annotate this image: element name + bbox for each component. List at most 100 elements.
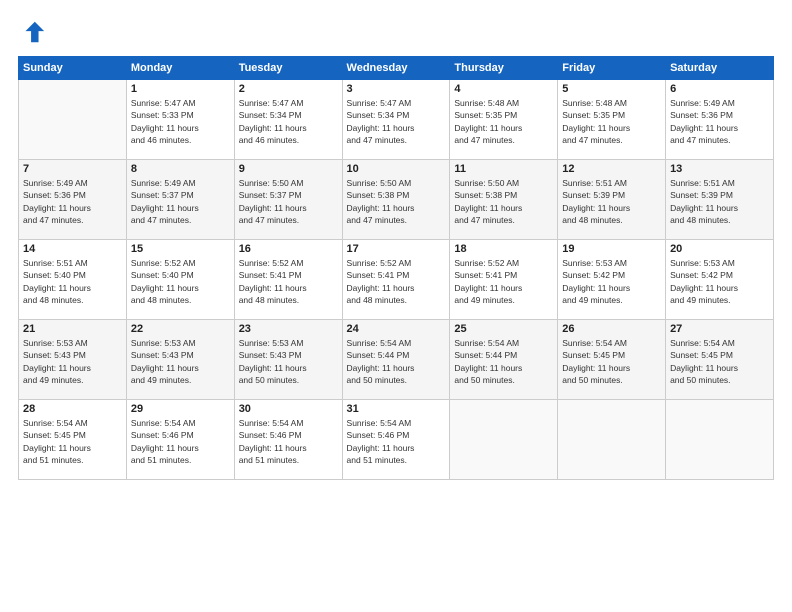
weekday-header-friday: Friday: [558, 57, 666, 80]
calendar-week-row: 28 Sunrise: 5:54 AM Sunset: 5:45 PM Dayli…: [19, 400, 774, 480]
day-number: 13: [670, 163, 769, 175]
calendar-week-row: 14 Sunrise: 5:51 AM Sunset: 5:40 PM Dayli…: [19, 240, 774, 320]
calendar-cell: 5 Sunrise: 5:48 AM Sunset: 5:35 PM Daylig…: [558, 80, 666, 160]
calendar-cell: 11Sunrise: 5:50 AM Sunset: 5:38 PM Dayli…: [450, 160, 558, 240]
day-number: 6: [670, 83, 769, 95]
day-info: Sunrise: 5:48 AM Sunset: 5:35 PM Dayligh…: [562, 97, 661, 146]
weekday-header-thursday: Thursday: [450, 57, 558, 80]
day-number: 2: [239, 83, 338, 95]
day-info: Sunrise: 5:53 AM Sunset: 5:43 PM Dayligh…: [23, 337, 122, 386]
day-info: Sunrise: 5:53 AM Sunset: 5:43 PM Dayligh…: [131, 337, 230, 386]
day-number: 17: [347, 243, 446, 255]
weekday-header-sunday: Sunday: [19, 57, 127, 80]
day-number: 26: [562, 323, 661, 335]
day-number: 21: [23, 323, 122, 335]
day-info: Sunrise: 5:51 AM Sunset: 5:40 PM Dayligh…: [23, 257, 122, 306]
calendar-week-row: 7 Sunrise: 5:49 AM Sunset: 5:36 PM Daylig…: [19, 160, 774, 240]
day-info: Sunrise: 5:54 AM Sunset: 5:45 PM Dayligh…: [670, 337, 769, 386]
day-number: 5: [562, 83, 661, 95]
calendar-week-row: 21 Sunrise: 5:53 AM Sunset: 5:43 PM Dayli…: [19, 320, 774, 400]
calendar-cell: 21 Sunrise: 5:53 AM Sunset: 5:43 PM Dayli…: [19, 320, 127, 400]
calendar-cell: 4 Sunrise: 5:48 AM Sunset: 5:35 PM Daylig…: [450, 80, 558, 160]
calendar-cell: 14 Sunrise: 5:51 AM Sunset: 5:40 PM Dayli…: [19, 240, 127, 320]
page-header: [18, 18, 774, 46]
calendar-cell: 12 Sunrise: 5:51 AM Sunset: 5:39 PM Dayli…: [558, 160, 666, 240]
calendar-cell: 2 Sunrise: 5:47 AM Sunset: 5:34 PM Daylig…: [234, 80, 342, 160]
logo: [18, 18, 48, 46]
day-info: Sunrise: 5:49 AM Sunset: 5:36 PM Dayligh…: [23, 177, 122, 226]
calendar-cell: [19, 80, 127, 160]
day-info: Sunrise: 5:50 AM Sunset: 5:38 PM Dayligh…: [347, 177, 446, 226]
calendar-cell: 7 Sunrise: 5:49 AM Sunset: 5:36 PM Daylig…: [19, 160, 127, 240]
day-number: 16: [239, 243, 338, 255]
day-number: 22: [131, 323, 230, 335]
calendar-cell: 9 Sunrise: 5:50 AM Sunset: 5:37 PM Daylig…: [234, 160, 342, 240]
day-info: Sunrise: 5:48 AM Sunset: 5:35 PM Dayligh…: [454, 97, 553, 146]
weekday-header-row: SundayMondayTuesdayWednesdayThursdayFrid…: [19, 57, 774, 80]
day-info: Sunrise: 5:47 AM Sunset: 5:34 PM Dayligh…: [239, 97, 338, 146]
calendar-cell: 8 Sunrise: 5:49 AM Sunset: 5:37 PM Daylig…: [126, 160, 234, 240]
day-number: 19: [562, 243, 661, 255]
day-number: 28: [23, 403, 122, 415]
calendar-cell: 25Sunrise: 5:54 AM Sunset: 5:44 PM Dayli…: [450, 320, 558, 400]
weekday-header-saturday: Saturday: [666, 57, 774, 80]
calendar-cell: [450, 400, 558, 480]
day-number: 12: [562, 163, 661, 175]
calendar-cell: 19 Sunrise: 5:53 AM Sunset: 5:42 PM Dayli…: [558, 240, 666, 320]
day-number: 23: [239, 323, 338, 335]
weekday-header-wednesday: Wednesday: [342, 57, 450, 80]
calendar-cell: 22 Sunrise: 5:53 AM Sunset: 5:43 PM Dayli…: [126, 320, 234, 400]
calendar-cell: 17Sunrise: 5:52 AM Sunset: 5:41 PM Dayli…: [342, 240, 450, 320]
day-info: Sunrise: 5:51 AM Sunset: 5:39 PM Dayligh…: [670, 177, 769, 226]
day-info: Sunrise: 5:47 AM Sunset: 5:34 PM Dayligh…: [347, 97, 446, 146]
day-number: 31: [347, 403, 446, 415]
day-number: 9: [239, 163, 338, 175]
calendar-cell: 1Sunrise: 5:47 AM Sunset: 5:33 PM Daylig…: [126, 80, 234, 160]
day-number: 10: [347, 163, 446, 175]
day-info: Sunrise: 5:50 AM Sunset: 5:38 PM Dayligh…: [454, 177, 553, 226]
calendar-cell: 23 Sunrise: 5:53 AM Sunset: 5:43 PM Dayli…: [234, 320, 342, 400]
calendar-cell: 10 Sunrise: 5:50 AM Sunset: 5:38 PM Dayli…: [342, 160, 450, 240]
day-info: Sunrise: 5:54 AM Sunset: 5:45 PM Dayligh…: [562, 337, 661, 386]
calendar-cell: 26 Sunrise: 5:54 AM Sunset: 5:45 PM Dayli…: [558, 320, 666, 400]
day-number: 24: [347, 323, 446, 335]
day-info: Sunrise: 5:49 AM Sunset: 5:36 PM Dayligh…: [670, 97, 769, 146]
calendar-cell: 20 Sunrise: 5:53 AM Sunset: 5:42 PM Dayli…: [666, 240, 774, 320]
day-info: Sunrise: 5:53 AM Sunset: 5:42 PM Dayligh…: [670, 257, 769, 306]
calendar-cell: 6 Sunrise: 5:49 AM Sunset: 5:36 PM Daylig…: [666, 80, 774, 160]
day-info: Sunrise: 5:51 AM Sunset: 5:39 PM Dayligh…: [562, 177, 661, 226]
day-number: 15: [131, 243, 230, 255]
day-info: Sunrise: 5:53 AM Sunset: 5:42 PM Dayligh…: [562, 257, 661, 306]
day-info: Sunrise: 5:52 AM Sunset: 5:41 PM Dayligh…: [239, 257, 338, 306]
day-info: Sunrise: 5:54 AM Sunset: 5:46 PM Dayligh…: [239, 417, 338, 466]
calendar-cell: 30 Sunrise: 5:54 AM Sunset: 5:46 PM Dayli…: [234, 400, 342, 480]
day-number: 30: [239, 403, 338, 415]
calendar-cell: 3 Sunrise: 5:47 AM Sunset: 5:34 PM Daylig…: [342, 80, 450, 160]
logo-icon: [18, 18, 46, 46]
day-number: 14: [23, 243, 122, 255]
day-info: Sunrise: 5:54 AM Sunset: 5:45 PM Dayligh…: [23, 417, 122, 466]
day-info: Sunrise: 5:49 AM Sunset: 5:37 PM Dayligh…: [131, 177, 230, 226]
day-number: 3: [347, 83, 446, 95]
day-number: 29: [131, 403, 230, 415]
calendar-cell: [666, 400, 774, 480]
day-info: Sunrise: 5:52 AM Sunset: 5:40 PM Dayligh…: [131, 257, 230, 306]
calendar-week-row: 1Sunrise: 5:47 AM Sunset: 5:33 PM Daylig…: [19, 80, 774, 160]
day-info: Sunrise: 5:52 AM Sunset: 5:41 PM Dayligh…: [454, 257, 553, 306]
day-info: Sunrise: 5:50 AM Sunset: 5:37 PM Dayligh…: [239, 177, 338, 226]
day-number: 4: [454, 83, 553, 95]
day-number: 7: [23, 163, 122, 175]
calendar-cell: 18Sunrise: 5:52 AM Sunset: 5:41 PM Dayli…: [450, 240, 558, 320]
day-info: Sunrise: 5:53 AM Sunset: 5:43 PM Dayligh…: [239, 337, 338, 386]
day-number: 8: [131, 163, 230, 175]
calendar-cell: 13 Sunrise: 5:51 AM Sunset: 5:39 PM Dayli…: [666, 160, 774, 240]
day-number: 20: [670, 243, 769, 255]
day-info: Sunrise: 5:54 AM Sunset: 5:44 PM Dayligh…: [454, 337, 553, 386]
calendar-cell: 16 Sunrise: 5:52 AM Sunset: 5:41 PM Dayli…: [234, 240, 342, 320]
weekday-header-monday: Monday: [126, 57, 234, 80]
day-info: Sunrise: 5:54 AM Sunset: 5:44 PM Dayligh…: [347, 337, 446, 386]
calendar-cell: 31Sunrise: 5:54 AM Sunset: 5:46 PM Dayli…: [342, 400, 450, 480]
day-info: Sunrise: 5:54 AM Sunset: 5:46 PM Dayligh…: [131, 417, 230, 466]
day-info: Sunrise: 5:47 AM Sunset: 5:33 PM Dayligh…: [131, 97, 230, 146]
calendar-cell: 24 Sunrise: 5:54 AM Sunset: 5:44 PM Dayli…: [342, 320, 450, 400]
